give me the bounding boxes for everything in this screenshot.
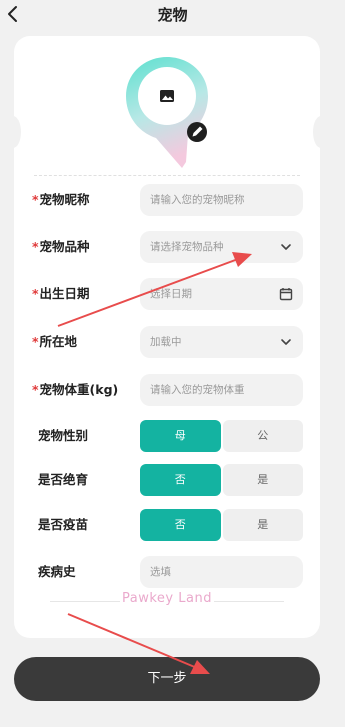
- chevron-down-icon: [281, 244, 291, 250]
- vaccinated-option-no[interactable]: 否: [140, 509, 221, 541]
- location-value: 加载中: [150, 336, 182, 348]
- neutered-option-yes[interactable]: 是: [222, 464, 303, 496]
- weight-label: *宠物体重(kg): [32, 374, 118, 406]
- vaccinated-toggle: 否 是: [140, 509, 303, 541]
- gender-label: 宠物性别: [38, 428, 89, 443]
- location-label: *所在地: [32, 326, 77, 358]
- card-notch-right: [313, 116, 329, 148]
- image-placeholder-icon: [160, 90, 174, 102]
- birthday-label: *出生日期: [32, 278, 90, 310]
- field-row-birthday: *出生日期 选择日期: [14, 278, 320, 310]
- edit-icon[interactable]: [187, 122, 207, 142]
- card-notch-left: [5, 116, 21, 148]
- breed-select[interactable]: 请选择宠物品种: [140, 231, 303, 263]
- weight-label-text: 宠物体重(kg): [39, 382, 119, 397]
- page-title: 宠物: [157, 6, 188, 24]
- birthday-placeholder: 选择日期: [150, 288, 192, 300]
- next-button[interactable]: 下一步: [14, 657, 320, 701]
- weight-placeholder: 请输入您的宠物体重: [150, 384, 245, 396]
- pet-form-card: *宠物昵称 请输入您的宠物昵称 *宠物品种 请选择宠物品种 *出生日期 选择日期…: [5, 36, 329, 638]
- header: 宠物: [0, 0, 345, 30]
- field-row-location: *所在地 加载中: [14, 326, 320, 358]
- nickname-input[interactable]: 请输入您的宠物昵称: [140, 184, 303, 216]
- required-mark: *: [32, 334, 39, 349]
- breed-label-text: 宠物品种: [39, 239, 90, 254]
- location-label-text: 所在地: [39, 334, 78, 349]
- gender-toggle: 母 公: [140, 420, 303, 452]
- field-row-disease: 疾病史 选填: [14, 556, 320, 588]
- nickname-label-text: 宠物昵称: [39, 192, 90, 207]
- location-select[interactable]: 加载中: [140, 326, 303, 358]
- required-mark: *: [32, 192, 39, 207]
- field-row-gender: 宠物性别 母 公: [14, 420, 320, 452]
- calendar-icon: [279, 288, 293, 301]
- required-mark: *: [32, 286, 39, 301]
- gender-option-male[interactable]: 公: [222, 420, 303, 452]
- divider: [34, 175, 300, 176]
- field-row-neutered: 是否绝育 否 是: [14, 464, 320, 496]
- nickname-label: *宠物昵称: [32, 184, 90, 216]
- birthday-picker[interactable]: 选择日期: [140, 278, 303, 310]
- brand-watermark: Pawkey Land: [14, 591, 320, 611]
- required-mark: *: [32, 239, 39, 254]
- breed-placeholder: 请选择宠物品种: [150, 241, 224, 253]
- neutered-option-no[interactable]: 否: [140, 464, 221, 496]
- required-mark: *: [32, 382, 39, 397]
- breed-label: *宠物品种: [32, 231, 90, 263]
- chevron-down-icon: [281, 339, 291, 345]
- field-row-vaccinated: 是否疫苗 否 是: [14, 509, 320, 541]
- field-row-weight: *宠物体重(kg) 请输入您的宠物体重: [14, 374, 320, 406]
- vaccinated-option-yes[interactable]: 是: [222, 509, 303, 541]
- neutered-toggle: 否 是: [140, 464, 303, 496]
- disease-input[interactable]: 选填: [140, 556, 303, 588]
- field-row-nickname: *宠物昵称 请输入您的宠物昵称: [14, 184, 320, 216]
- brand-text: Pawkey Land: [122, 591, 212, 606]
- weight-input[interactable]: 请输入您的宠物体重: [140, 374, 303, 406]
- birthday-label-text: 出生日期: [39, 286, 90, 301]
- gender-option-female[interactable]: 母: [140, 420, 221, 452]
- pet-avatar[interactable]: [122, 54, 212, 172]
- nickname-placeholder: 请输入您的宠物昵称: [150, 194, 245, 206]
- field-row-breed: *宠物品种 请选择宠物品种: [14, 231, 320, 263]
- disease-label: 疾病史: [38, 564, 76, 579]
- disease-placeholder: 选填: [150, 566, 171, 578]
- neutered-label: 是否绝育: [38, 472, 89, 487]
- vaccinated-label: 是否疫苗: [38, 517, 89, 532]
